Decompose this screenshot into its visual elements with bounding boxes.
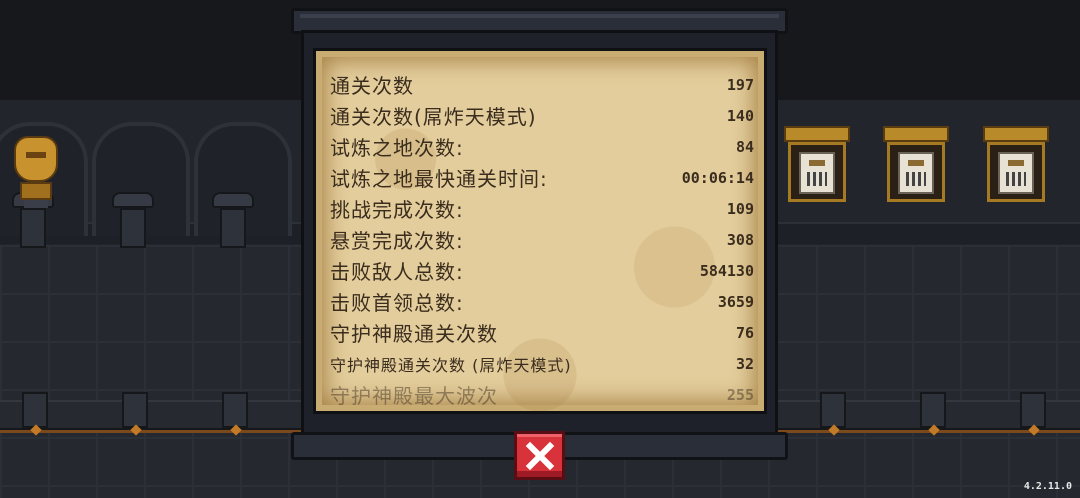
close-x-icon — [525, 441, 554, 470]
stat-row: 悬赏完成次数: 308 — [330, 224, 756, 255]
railing-post — [222, 392, 248, 428]
stat-label: 通关次数 — [330, 74, 414, 98]
stat-value: 255 — [726, 385, 754, 404]
stat-value: 32 — [735, 354, 754, 373]
stat-value: 308 — [726, 230, 754, 249]
shrine-card-display[interactable] — [883, 126, 949, 206]
railing-post — [920, 392, 946, 428]
stat-row: 通关次数(屌炸天模式) 140 — [330, 100, 756, 131]
stat-label: 守护神殿通关次数 — [330, 322, 498, 346]
railing-post — [820, 392, 846, 428]
stat-value: 197 — [726, 75, 754, 94]
stat-label: 击败敌人总数: — [330, 260, 464, 284]
stat-label: 挑战完成次数: — [330, 198, 464, 222]
stat-row: 通关次数 197 — [330, 69, 756, 100]
stone-pillar — [212, 192, 254, 248]
stat-row: 守护神殿最大波次 255 — [330, 379, 756, 410]
stat-value: 3659 — [717, 292, 754, 311]
stat-row: 击败敌人总数: 584130 — [330, 255, 756, 286]
stat-row: 守护神殿通关次数 76 — [330, 317, 756, 348]
railing-post — [122, 392, 148, 428]
stat-label: 试炼之地最快通关时间: — [330, 167, 548, 191]
stat-row: 试炼之地次数: 84 — [330, 131, 756, 162]
stat-label: 悬赏完成次数: — [330, 229, 464, 253]
stat-label: 击败首领总数: — [330, 291, 464, 315]
close-button[interactable] — [514, 431, 565, 480]
stat-row: 守护神殿通关次数 (屌炸天模式) 32 — [330, 348, 756, 379]
stat-label: 守护神殿最大波次 — [330, 384, 498, 408]
stat-value: 584130 — [699, 261, 754, 280]
stat-value: 00:06:14 — [681, 168, 754, 187]
railing-post — [1020, 392, 1046, 428]
golden-statue-icon[interactable] — [6, 130, 66, 208]
stat-row: 击败首领总数: 3659 — [330, 286, 756, 317]
stat-row: 挑战完成次数: 109 — [330, 193, 756, 224]
stat-value: 76 — [735, 323, 754, 342]
stats-parchment[interactable]: 通关次数 197 通关次数(屌炸天模式) 140 试炼之地次数: 84 试炼之地… — [313, 48, 767, 414]
shrine-card-display[interactable] — [784, 126, 850, 206]
stat-value: 109 — [726, 199, 754, 218]
stat-label: 守护神殿通关次数 (屌炸天模式) — [330, 355, 572, 375]
stat-row: 试炼之地最快通关时间: 00:06:14 — [330, 162, 756, 193]
stat-value: 140 — [726, 106, 754, 125]
stat-label: 通关次数(屌炸天模式) — [330, 105, 537, 129]
stat-value: 84 — [735, 137, 754, 156]
stone-pillar — [112, 192, 154, 248]
railing-post — [22, 392, 48, 428]
shrine-card-display[interactable] — [983, 126, 1049, 206]
stats-list: 通关次数 197 通关次数(屌炸天模式) 140 试炼之地次数: 84 试炼之地… — [330, 69, 756, 410]
version-label: 4.2.11.0 — [1023, 481, 1072, 492]
stat-label: 试炼之地次数: — [330, 136, 464, 160]
